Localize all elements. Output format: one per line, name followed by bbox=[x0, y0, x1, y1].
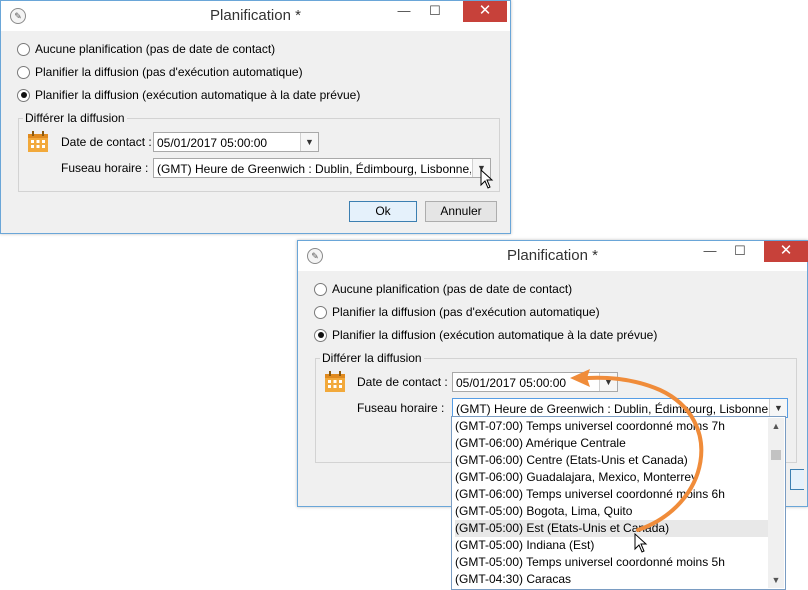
scroll-up-icon[interactable]: ▲ bbox=[768, 418, 784, 434]
defer-delivery-group bbox=[18, 118, 500, 192]
scrollbar[interactable]: ▲ ▼ bbox=[768, 418, 784, 588]
timezone-select[interactable]: (GMT) Heure de Greenwich : Dublin, Édimb… bbox=[153, 158, 491, 178]
ok-button[interactable] bbox=[790, 469, 804, 490]
ok-button[interactable]: Ok bbox=[349, 201, 417, 222]
radio-plan-manual[interactable]: Planifier la diffusion (pas d'exécution … bbox=[17, 63, 303, 81]
radio-button[interactable] bbox=[17, 42, 30, 56]
contact-date-value: 05/01/2017 05:00:00 bbox=[456, 376, 567, 390]
mouse-cursor-icon bbox=[480, 169, 494, 189]
radio-label: Planifier la diffusion (pas d'exécution … bbox=[35, 65, 303, 79]
radio-plan-auto[interactable]: Planifier la diffusion (exécution automa… bbox=[314, 326, 657, 344]
timezone-value: (GMT) Heure de Greenwich : Dublin, Édimb… bbox=[157, 162, 471, 176]
calendar-icon bbox=[28, 131, 48, 152]
radio-plan-auto[interactable]: Planifier la diffusion (exécution automa… bbox=[17, 86, 360, 104]
timezone-option[interactable]: (GMT-04:30) Caracas bbox=[455, 571, 768, 588]
annotation-arrow-icon bbox=[570, 369, 704, 532]
chevron-down-icon[interactable]: ▼ bbox=[300, 133, 318, 151]
radio-plan-manual[interactable]: Planifier la diffusion (pas d'exécution … bbox=[314, 303, 600, 321]
radio-label: Aucune planification (pas de date de con… bbox=[332, 282, 573, 296]
contact-date-value: 05/01/2017 05:00:00 bbox=[157, 136, 268, 150]
radio-label: Aucune planification (pas de date de con… bbox=[35, 42, 276, 56]
close-button[interactable]: ✕ bbox=[764, 241, 808, 262]
contact-date-label: Date de contact : bbox=[357, 375, 448, 389]
minimize-button[interactable]: — bbox=[390, 1, 418, 22]
title-bar[interactable]: ✎ Planification * — ☐ ✕ bbox=[1, 1, 510, 31]
timezone-label: Fuseau horaire : bbox=[61, 161, 149, 175]
group-label: Différer la diffusion bbox=[23, 111, 127, 125]
minimize-button[interactable]: — bbox=[696, 241, 724, 262]
radio-button[interactable] bbox=[314, 305, 327, 319]
chevron-down-icon[interactable]: ▼ bbox=[769, 399, 787, 417]
contact-date-field[interactable]: 05/01/2017 05:00:00 ▼ bbox=[153, 132, 319, 152]
maximize-button[interactable]: ☐ bbox=[421, 1, 449, 22]
radio-button-selected[interactable] bbox=[314, 328, 327, 342]
radio-label: Planifier la diffusion (pas d'exécution … bbox=[332, 305, 600, 319]
contact-date-label: Date de contact : bbox=[61, 135, 152, 149]
maximize-button[interactable]: ☐ bbox=[726, 241, 754, 262]
radio-button[interactable] bbox=[17, 65, 30, 79]
calendar-icon bbox=[325, 371, 345, 392]
title-bar[interactable]: ✎ Planification * — ☐ ✕ bbox=[298, 241, 808, 271]
radio-no-planning[interactable]: Aucune planification (pas de date de con… bbox=[314, 280, 572, 298]
radio-label: Planifier la diffusion (exécution automa… bbox=[35, 88, 361, 102]
timezone-option[interactable]: (GMT-05:00) Temps universel coordonné mo… bbox=[455, 554, 768, 571]
timezone-label: Fuseau horaire : bbox=[357, 401, 445, 415]
radio-button-selected[interactable] bbox=[17, 88, 30, 102]
radio-no-planning[interactable]: Aucune planification (pas de date de con… bbox=[17, 40, 275, 58]
scrollbar-thumb[interactable] bbox=[771, 450, 781, 460]
group-label: Différer la diffusion bbox=[320, 351, 424, 365]
radio-label: Planifier la diffusion (exécution automa… bbox=[332, 328, 658, 342]
radio-button[interactable] bbox=[314, 282, 327, 296]
scroll-down-icon[interactable]: ▼ bbox=[768, 572, 784, 588]
dialog-planification-1: ✎ Planification * — ☐ ✕ Aucune planifica… bbox=[0, 0, 511, 234]
cancel-button[interactable]: Annuler bbox=[425, 201, 497, 222]
close-button[interactable]: ✕ bbox=[463, 1, 507, 22]
